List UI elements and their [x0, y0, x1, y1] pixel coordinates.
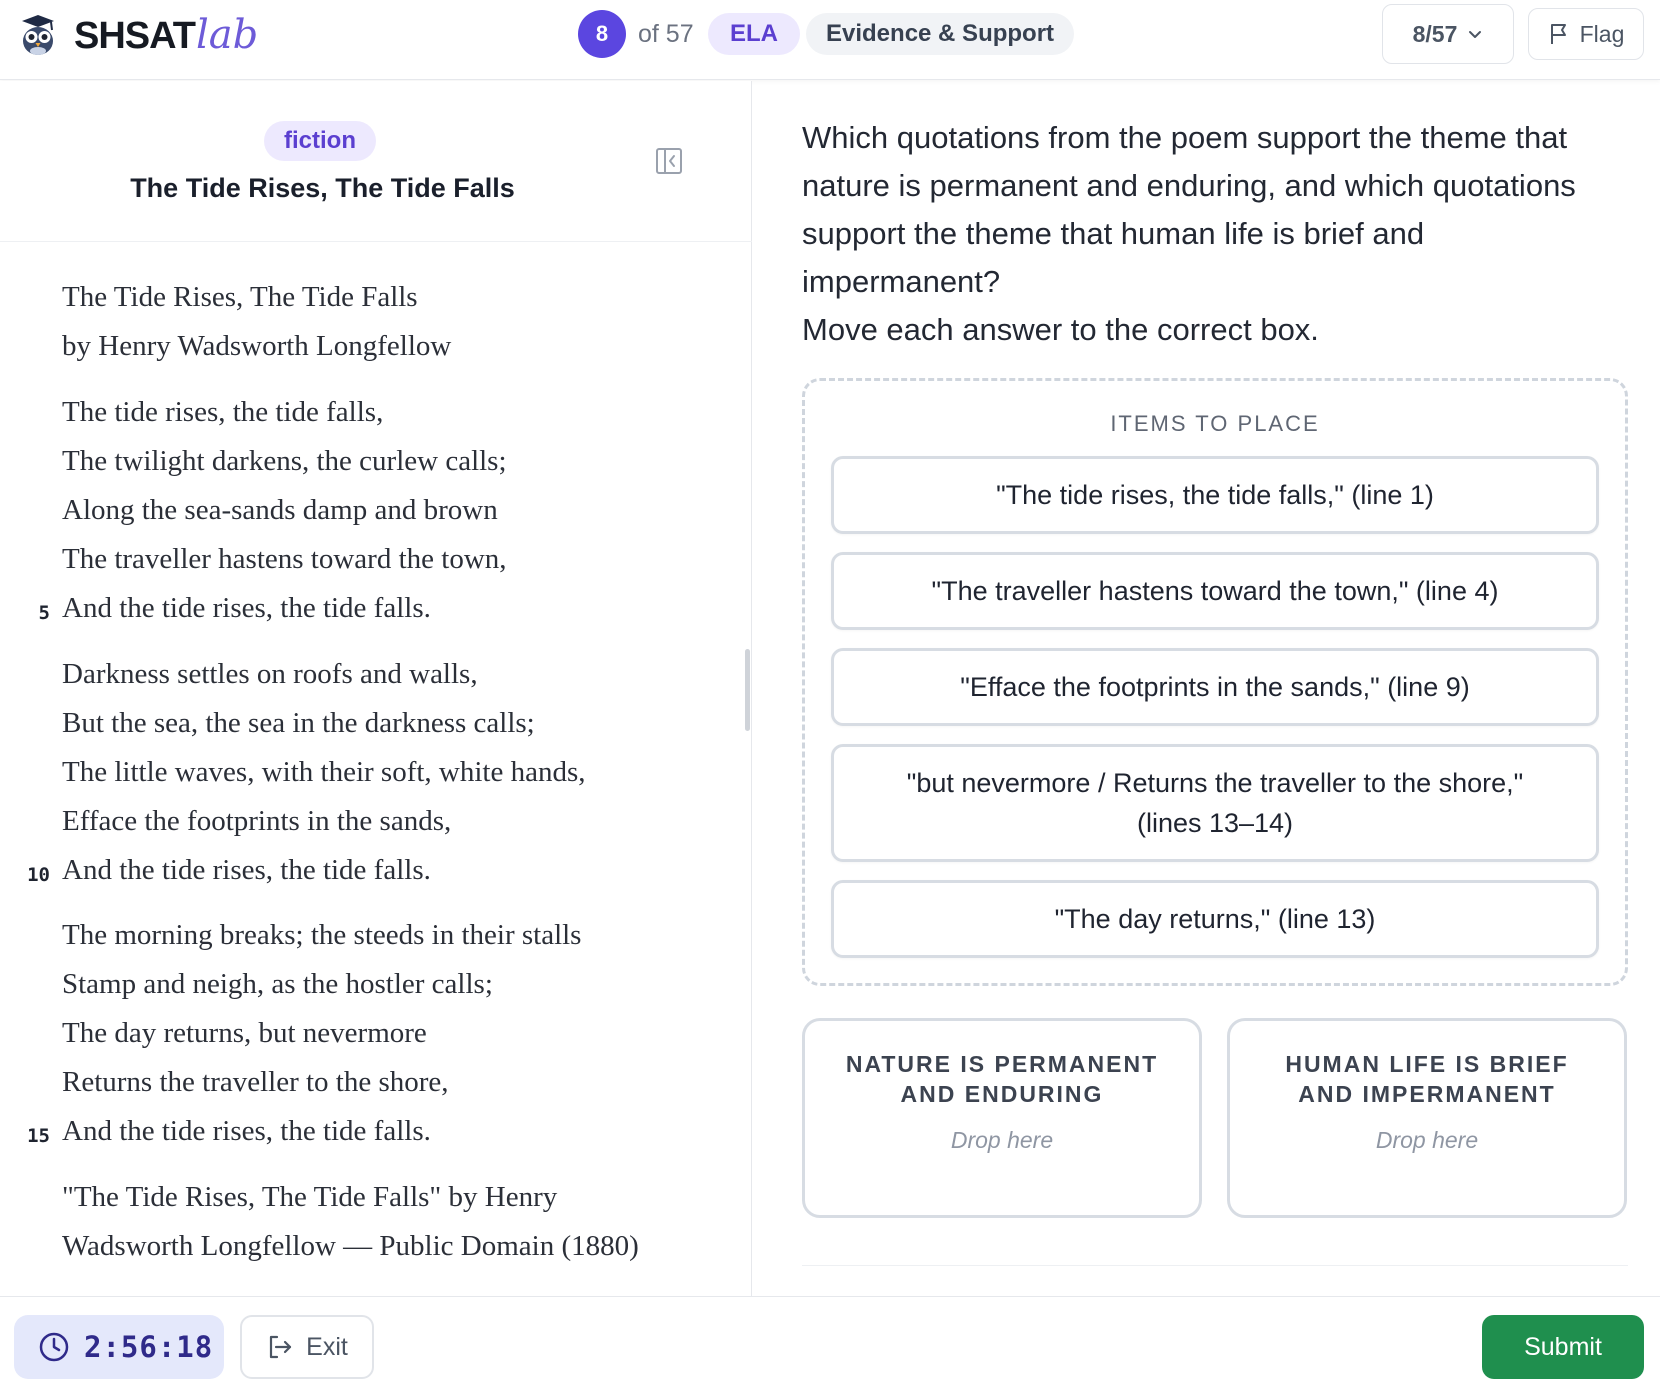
- chevron-down-icon: [1469, 31, 1482, 38]
- poem-line: Efface the footprints in the sands,: [62, 805, 452, 837]
- line-number: 10: [27, 864, 50, 886]
- line-number: 5: [38, 602, 50, 624]
- poem-line: And the tide rises, the tide falls.: [62, 1115, 431, 1147]
- poem-line: Returns the traveller to the shore,: [62, 1066, 449, 1098]
- poem-line: The morning breaks; the steeds in their …: [62, 919, 582, 951]
- category-badge: Evidence & Support: [806, 13, 1075, 55]
- submit-button[interactable]: Submit: [1482, 1315, 1644, 1379]
- draggable-answer-item[interactable]: "Efface the footprints in the sands," (l…: [831, 648, 1599, 726]
- passage-scrollbar[interactable]: [745, 649, 750, 731]
- items-to-place-box: ITEMS TO PLACE "The tide rises, the tide…: [802, 378, 1628, 986]
- owl-logo-icon: [22, 15, 54, 55]
- passage-header: fiction The Tide Rises, The Tide Falls: [0, 81, 752, 242]
- question-navigator-value: 8/57: [1412, 20, 1458, 47]
- draggable-answer-item[interactable]: "The day returns," (line 13): [831, 880, 1599, 958]
- poem-line: The tide rises, the tide falls,: [62, 396, 384, 428]
- clock-icon: [39, 1332, 69, 1362]
- drop-zone-nature[interactable]: NATURE IS PERMANENT AND ENDURING Drop he…: [802, 1018, 1202, 1218]
- flag-button[interactable]: Flag: [1528, 8, 1644, 60]
- question-instruction: Move each answer to the correct box.: [802, 312, 1319, 347]
- question-number-badge: 8: [578, 10, 626, 58]
- exit-button[interactable]: Exit: [240, 1315, 374, 1379]
- exit-icon: [270, 1335, 292, 1359]
- items-box-title: ITEMS TO PLACE: [1110, 411, 1320, 436]
- poem-attribution: "The Tide Rises, The Tide Falls" by Henr…: [62, 1181, 558, 1213]
- top-bar: SHSAT lab 8 of 57 ELA Evidence & Support …: [0, 0, 1660, 80]
- draggable-answer-item[interactable]: "The traveller hastens toward the town,"…: [831, 552, 1599, 630]
- genre-badge: fiction: [264, 121, 376, 161]
- app-logo: SHSAT lab: [18, 12, 258, 58]
- poem-line: Darkness settles on roofs and walls,: [62, 658, 478, 690]
- poem-line: The traveller hastens toward the town,: [62, 543, 507, 575]
- poem-line: by Henry Wadsworth Longfellow: [62, 330, 452, 362]
- flag-label: Flag: [1579, 20, 1625, 47]
- poem-attribution: Wadsworth Longfellow — Public Domain (18…: [62, 1230, 639, 1262]
- logo-accent-text: lab: [195, 12, 259, 58]
- drop-zone-hint: Drop here: [950, 1127, 1054, 1153]
- divider: [802, 1265, 1628, 1266]
- line-number: 15: [27, 1125, 50, 1147]
- poem-line: The twilight darkens, the curlew calls;: [62, 445, 507, 477]
- subject-badge: ELA: [708, 13, 800, 55]
- drop-zone-human-life[interactable]: HUMAN LIFE IS BRIEF AND IMPERMANENT Drop…: [1227, 1018, 1627, 1218]
- question-prompt: Which quotations from the poem support t…: [802, 120, 1576, 299]
- passage-panel: fiction The Tide Rises, The Tide Falls T…: [0, 81, 752, 1296]
- exit-label: Exit: [306, 1332, 348, 1361]
- timer-value: 2:56:18: [84, 1330, 214, 1364]
- poem-line: But the sea, the sea in the darkness cal…: [62, 707, 535, 739]
- poem-line: The day returns, but nevermore: [62, 1017, 427, 1049]
- flag-icon: [1550, 24, 1566, 44]
- poem-line: The little waves, with their soft, white…: [62, 756, 586, 788]
- poem-line: Stamp and neigh, as the hostler calls;: [62, 968, 493, 1000]
- bottom-bar: 2:56:18 Exit Submit: [0, 1296, 1660, 1388]
- drop-zone-title: NATURE IS PERMANENT AND ENDURING: [845, 1051, 1159, 1107]
- drop-zone-title: HUMAN LIFE IS BRIEF AND IMPERMANENT: [1285, 1051, 1569, 1107]
- logo-main-text: SHSAT: [74, 15, 196, 57]
- draggable-answer-item[interactable]: "but nevermore / Returns the traveller t…: [831, 744, 1599, 862]
- question-total: of 57: [638, 20, 694, 48]
- collapse-panel-icon[interactable]: [654, 146, 684, 176]
- poem-line: Along the sea-sands damp and brown: [62, 494, 498, 526]
- poem-line: And the tide rises, the tide falls.: [62, 592, 431, 624]
- passage-title: The Tide Rises, The Tide Falls: [130, 173, 515, 203]
- poem-line: The Tide Rises, The Tide Falls: [62, 281, 418, 313]
- exam-timer: 2:56:18: [14, 1315, 224, 1379]
- drop-zone-hint: Drop here: [1375, 1127, 1479, 1153]
- question-navigator-select[interactable]: 8/57: [1382, 4, 1514, 64]
- draggable-answer-item[interactable]: "The tide rises, the tide falls," (line …: [831, 456, 1599, 534]
- logo-wordmark: SHSAT lab: [74, 12, 258, 58]
- poem-line: And the tide rises, the tide falls.: [62, 854, 431, 886]
- question-stem: Which quotations from the poem support t…: [802, 114, 1630, 354]
